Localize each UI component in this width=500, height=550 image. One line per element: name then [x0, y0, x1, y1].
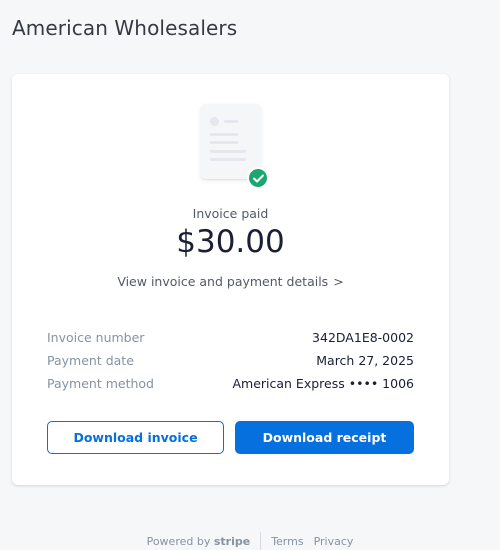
privacy-link[interactable]: Privacy — [314, 535, 354, 548]
terms-link[interactable]: Terms — [271, 535, 303, 548]
footer: Powered by stripe Terms Privacy — [0, 532, 500, 550]
checkmark-icon — [247, 167, 269, 189]
invoice-status: Invoice paid — [192, 206, 269, 221]
detail-value: 342DA1E8-0002 — [312, 330, 414, 345]
action-buttons: Download invoice Download receipt — [47, 421, 414, 454]
stripe-logo[interactable]: stripe — [214, 535, 250, 548]
detail-value: March 27, 2025 — [316, 353, 414, 368]
invoice-amount: $30.00 — [176, 224, 285, 260]
download-invoice-button[interactable]: Download invoice — [47, 421, 224, 454]
view-invoice-details-link[interactable]: View invoice and payment details > — [12, 274, 449, 289]
merchant-name: American Wholesalers — [12, 16, 238, 40]
powered-by: Powered by stripe — [147, 535, 251, 548]
footer-divider — [260, 532, 262, 550]
chevron-right-icon: > — [333, 274, 344, 289]
invoice-details: Invoice number 342DA1E8-0002 Payment dat… — [47, 326, 414, 395]
detail-label: Payment date — [47, 353, 134, 368]
detail-row-invoice-number: Invoice number 342DA1E8-0002 — [47, 326, 414, 349]
view-invoice-details-label: View invoice and payment details — [117, 274, 329, 289]
detail-label: Invoice number — [47, 330, 145, 345]
detail-label: Payment method — [47, 376, 154, 391]
detail-value: American Express •••• 1006 — [232, 376, 414, 391]
powered-by-label: Powered by — [146, 534, 211, 548]
detail-row-payment-method: Payment method American Express •••• 100… — [47, 372, 414, 395]
invoice-document-icon — [199, 104, 285, 190]
detail-row-payment-date: Payment date March 27, 2025 — [47, 349, 414, 372]
invoice-card: Invoice paid $30.00 View invoice and pay… — [12, 74, 449, 485]
download-receipt-button[interactable]: Download receipt — [235, 421, 414, 454]
